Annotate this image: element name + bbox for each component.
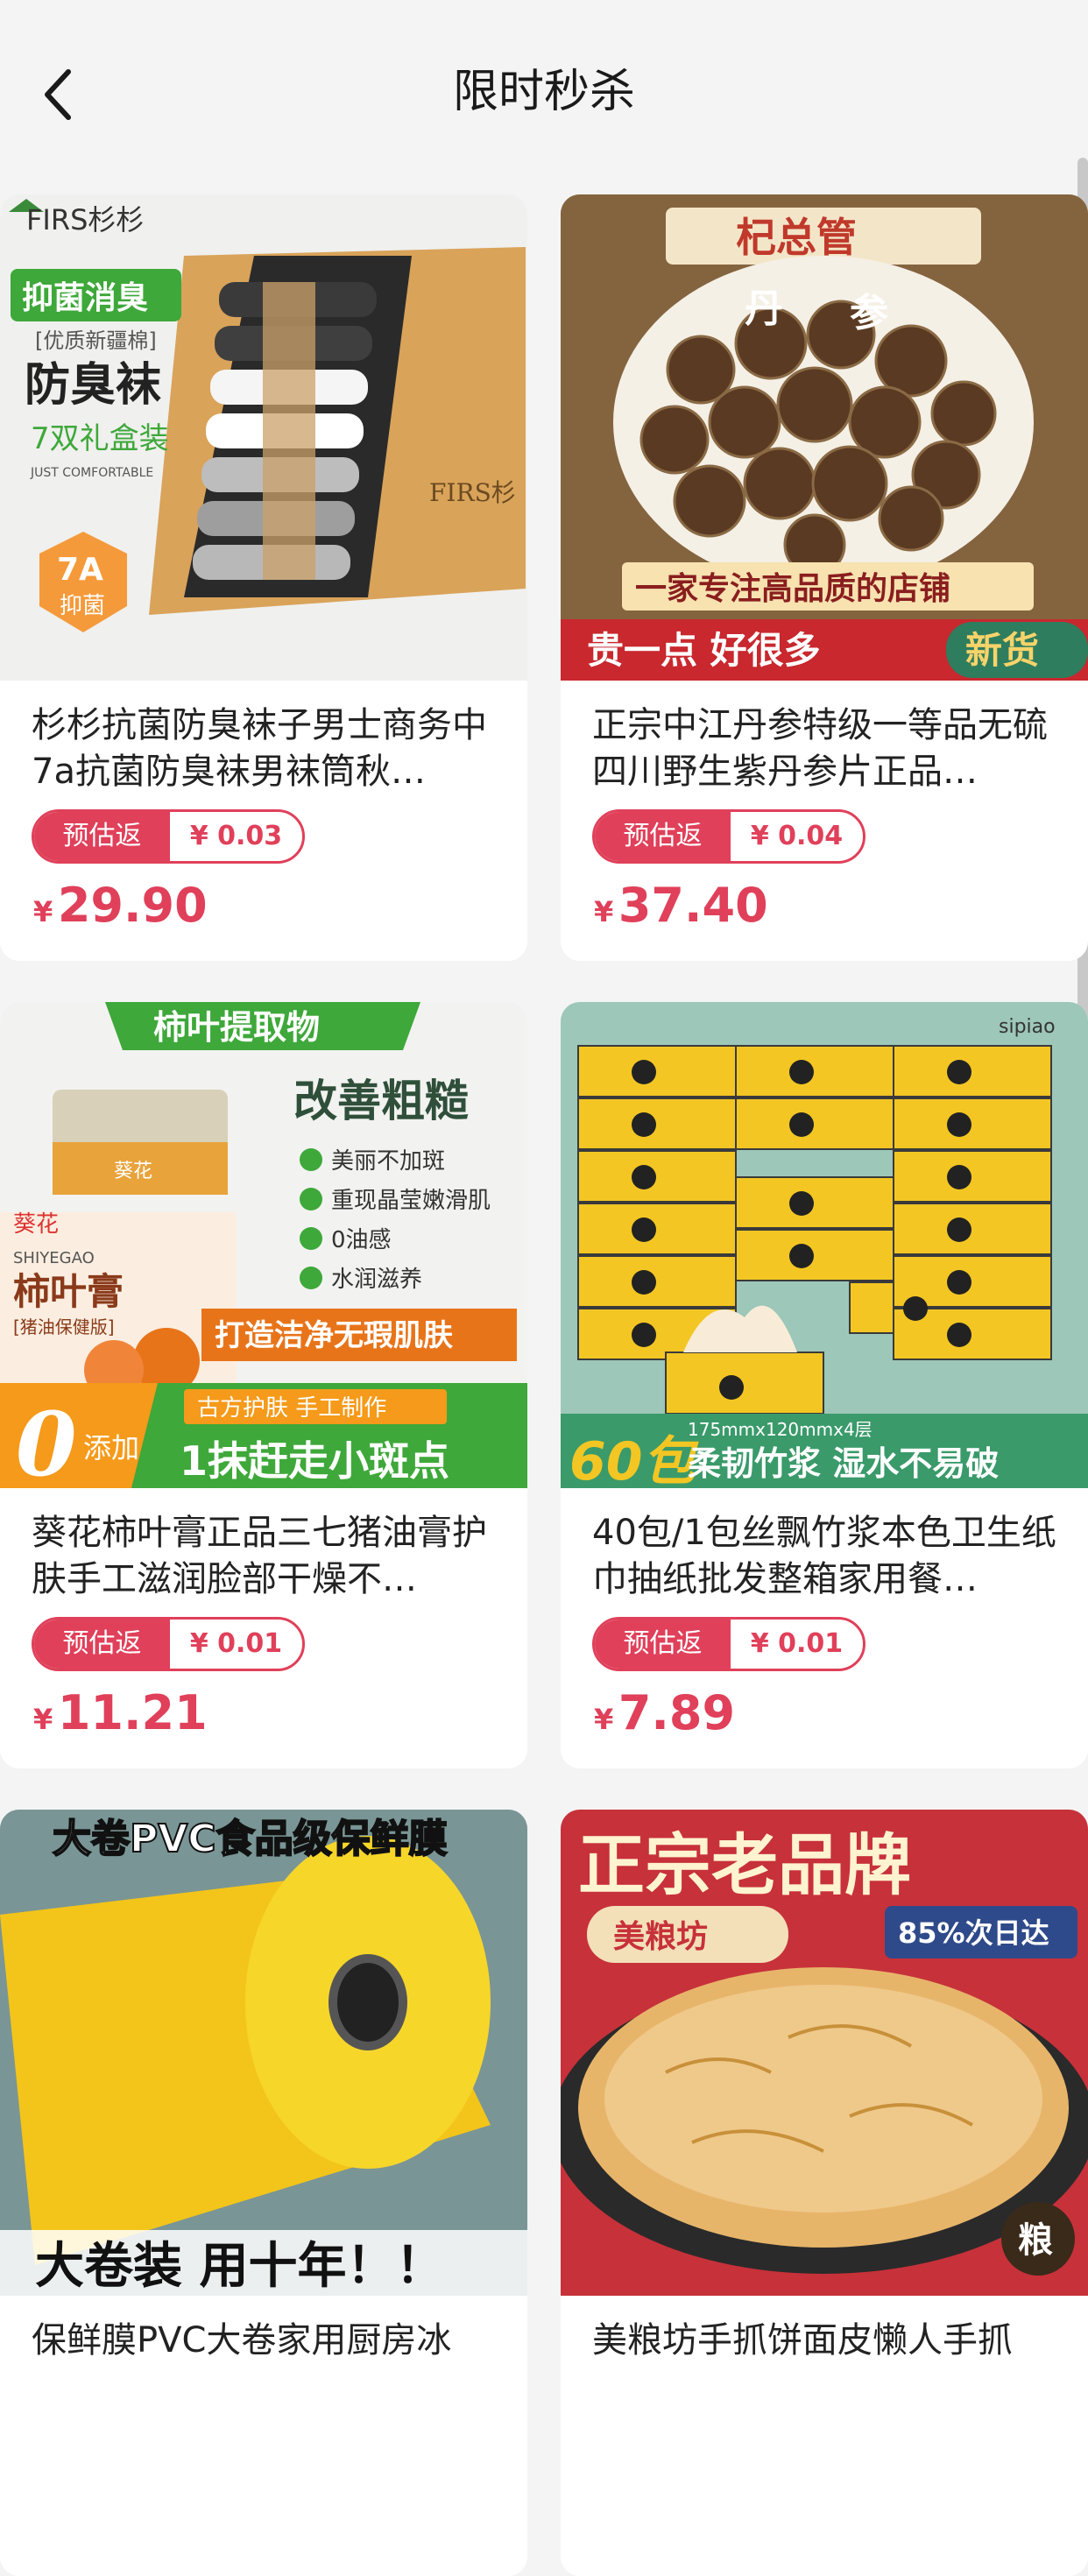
svg-text:柔韧竹浆 湿水不易破: 柔韧竹浆 湿水不易破 (688, 1444, 999, 1483)
product-card[interactable]: 正宗老品牌 美粮坊 85%次日达 粮 美粮坊手抓饼面皮懒人手抓 (561, 1810, 1088, 2576)
svg-text:[优质新疆棉]: [优质新疆棉] (35, 328, 157, 353)
product-image[interactable]: 柿叶提取物 改善粗糙 美丽不加斑 重现晶莹嫩滑肌 0油感 水润滋养 葵花 葵花 … (0, 1002, 527, 1488)
svg-text:85%次日达: 85%次日达 (898, 1916, 1049, 1950)
product-card[interactable]: FIRS杉杉 抑菌消臭 [优质新疆棉] 防臭袜 7双礼盒装 JUST COMFO… (0, 194, 527, 961)
rebate-value: ¥ 0.01 (750, 1628, 844, 1659)
product-name[interactable]: 40包/1包丝飘竹浆本色卫生纸巾抽纸批发整箱家用餐… (592, 1510, 1065, 1603)
svg-text:60包: 60包 (569, 1431, 699, 1488)
svg-text:大卷装 用十年！！: 大卷装 用十年！！ (35, 2238, 445, 2295)
rebate-value: ¥ 0.03 (189, 821, 283, 851)
svg-text:葵花: 葵花 (13, 1211, 59, 1238)
svg-text:柿叶提取物: 柿叶提取物 (153, 1008, 320, 1047)
svg-text:0油感: 0油感 (331, 1227, 392, 1253)
svg-text:贵一点 好很多: 贵一点 好很多 (587, 629, 821, 672)
product-name[interactable]: 杉杉抗菌防臭袜子男士商务中7a抗菌防臭袜男袜筒秋… (32, 702, 505, 795)
price: ¥ 37.40 (594, 878, 768, 933)
product-image[interactable]: sipiao 60包 175mmx120mmx4层 柔韧竹浆 湿水不易破 (561, 1002, 1088, 1488)
svg-text:7A: 7A (57, 552, 103, 588)
product-card[interactable]: 大卷PVC食品级保鲜膜 大卷装 用十年！！ 保鲜膜PVC大卷家用厨房冰 (0, 1810, 527, 2576)
price: ¥ 29.90 (33, 878, 208, 933)
svg-text:7双礼盒装: 7双礼盒装 (31, 421, 169, 456)
product-image[interactable]: FIRS杉杉 抑菌消臭 [优质新疆棉] 防臭袜 7双礼盒装 JUST COMFO… (0, 194, 527, 681)
svg-text:参: 参 (850, 291, 888, 335)
svg-text:柿叶膏: 柿叶膏 (13, 1270, 124, 1313)
svg-text:FIRS杉: FIRS杉 (429, 478, 516, 507)
rebate-label: 预估返 (34, 812, 170, 861)
price: ¥ 7.89 (594, 1685, 736, 1740)
product-name[interactable]: 葵花柿叶膏正品三七猪油膏护肤手工滋润脸部干燥不… (32, 1510, 505, 1603)
rebate-badge: 预估返 ¥ 0.01 (592, 1617, 865, 1671)
svg-text:抑菌: 抑菌 (60, 593, 105, 619)
price-amount: 11.21 (57, 1685, 208, 1740)
product-card[interactable]: 柿叶提取物 改善粗糙 美丽不加斑 重现晶莹嫩滑肌 0油感 水润滋养 葵花 葵花 … (0, 1002, 527, 1768)
price-amount: 37.40 (618, 878, 768, 933)
svg-text:重现晶莹嫩滑肌: 重现晶莹嫩滑肌 (331, 1188, 491, 1214)
product-card[interactable]: sipiao 60包 175mmx120mmx4层 柔韧竹浆 湿水不易破 40包… (561, 1002, 1088, 1768)
svg-text:175mmx120mmx4层: 175mmx120mmx4层 (688, 1419, 873, 1440)
product-name[interactable]: 正宗中江丹参特级一等品无硫四川野生紫丹参片正品… (592, 702, 1065, 795)
product-card[interactable]: 杞总管 丹 参 一家专注高品质的店铺 贵一点 好很多 新货 正宗中江丹参特级一等… (561, 194, 1088, 961)
price: ¥ 11.21 (33, 1685, 208, 1740)
product-image[interactable]: 杞总管 丹 参 一家专注高品质的店铺 贵一点 好很多 新货 (561, 194, 1088, 681)
rebate-value: ¥ 0.01 (189, 1628, 283, 1659)
rebate-label: 预估返 (595, 1620, 731, 1669)
svg-text:防臭袜: 防臭袜 (25, 359, 161, 412)
svg-text:一家专注高品质的店铺: 一家专注高品质的店铺 (635, 571, 950, 607)
svg-text:粮: 粮 (1018, 2220, 1053, 2261)
top-bar: 限时秒杀 (0, 0, 1088, 180)
svg-text:sipiao: sipiao (999, 1016, 1056, 1038)
svg-text:美粮坊: 美粮坊 (613, 1919, 708, 1955)
svg-text:新货: 新货 (965, 629, 1039, 672)
rebate-label: 预估返 (595, 812, 731, 861)
svg-text:葵花: 葵花 (114, 1161, 152, 1182)
svg-text:0: 0 (16, 1393, 77, 1488)
product-image[interactable]: 大卷PVC食品级保鲜膜 大卷装 用十年！！ (0, 1810, 527, 2296)
svg-text:水润滋养: 水润滋养 (331, 1267, 422, 1293)
svg-text:杞总管: 杞总管 (736, 214, 857, 261)
rebate-label: 预估返 (34, 1620, 170, 1669)
price-amount: 29.90 (57, 878, 208, 933)
svg-text:[猪油保健版]: [猪油保健版] (13, 1316, 115, 1337)
svg-text:SHIYEGAO: SHIYEGAO (13, 1249, 95, 1267)
brand-text: FIRS杉杉 (26, 203, 144, 236)
svg-text:丹: 丹 (745, 286, 783, 331)
svg-text:正宗老品牌: 正宗老品牌 (578, 1826, 911, 1904)
rebate-badge: 预估返 ¥ 0.03 (32, 809, 305, 864)
product-name[interactable]: 保鲜膜PVC大卷家用厨房冰 (32, 2318, 505, 2410)
rebate-badge: 预估返 ¥ 0.01 (32, 1617, 305, 1671)
svg-text:添加: 添加 (83, 1431, 139, 1464)
svg-text:大卷PVC食品级保鲜膜: 大卷PVC食品级保鲜膜 (53, 1817, 448, 1861)
svg-text:打造洁净无瑕肌肤: 打造洁净无瑕肌肤 (215, 1318, 453, 1353)
svg-text:美丽不加斑: 美丽不加斑 (331, 1148, 445, 1175)
svg-text:1抹赶走小斑点: 1抹赶走小斑点 (180, 1437, 449, 1485)
product-name[interactable]: 美粮坊手抓饼面皮懒人手抓 (592, 2318, 1065, 2410)
product-image[interactable]: 正宗老品牌 美粮坊 85%次日达 粮 (561, 1810, 1088, 2296)
tag-text: 抑菌消臭 (22, 280, 148, 316)
rebate-value: ¥ 0.04 (750, 821, 844, 851)
svg-text:改善粗糙: 改善粗糙 (293, 1076, 469, 1126)
page-title: 限时秒杀 (452, 66, 635, 118)
svg-text:JUST COMFORTABLE: JUST COMFORTABLE (30, 466, 153, 480)
rebate-badge: 预估返 ¥ 0.04 (592, 809, 865, 864)
price-amount: 7.89 (618, 1685, 736, 1740)
svg-text:古方护肤 手工制作: 古方护肤 手工制作 (197, 1395, 386, 1422)
